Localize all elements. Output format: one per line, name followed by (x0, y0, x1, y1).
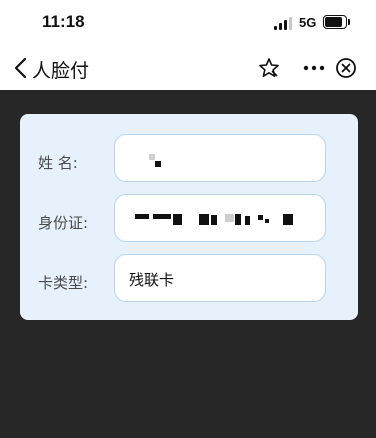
status-bar: 11:18 5G (0, 0, 376, 46)
nav-bar: 人脸付 (0, 46, 376, 90)
network-type: 5G (299, 15, 317, 30)
signal-icon (274, 17, 294, 30)
close-circle-icon (336, 58, 356, 78)
close-button[interactable] (335, 57, 357, 79)
favorite-button[interactable] (258, 57, 280, 79)
name-label: 姓 名: (38, 154, 78, 172)
card-type-label: 卡类型: (38, 274, 89, 292)
more-icon (303, 65, 325, 71)
battery-icon (323, 15, 351, 30)
name-field[interactable] (114, 134, 326, 182)
id-number-field[interactable] (114, 194, 326, 242)
back-button[interactable] (12, 54, 32, 82)
page-title: 人脸付 (32, 60, 90, 82)
identity-card: 姓 名: 身份证: 卡类型: 残联卡 (20, 114, 358, 320)
content-area: 姓 名: 身份证: 卡类型: 残联卡 (0, 90, 376, 438)
more-button[interactable] (302, 60, 326, 76)
star-icon (259, 58, 279, 78)
card-type-field[interactable]: 残联卡 (114, 254, 326, 302)
status-time: 11:18 (42, 12, 85, 31)
id-label: 身份证: (38, 214, 89, 232)
card-type-value: 残联卡 (129, 271, 175, 289)
chevron-left-icon (14, 57, 27, 79)
